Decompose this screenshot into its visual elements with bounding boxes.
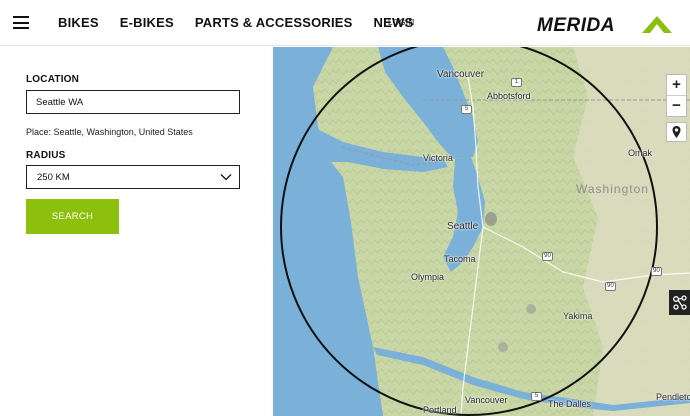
zoom-control: + − <box>666 74 687 117</box>
city-label: Victoria <box>423 153 453 163</box>
city-label: Tacoma <box>444 254 476 264</box>
locate-button[interactable] <box>666 122 687 142</box>
city-label: Olympia <box>411 272 445 282</box>
location-pin-icon <box>672 126 681 138</box>
zoom-out-button[interactable]: − <box>667 96 686 116</box>
city-label: Abbotsford <box>487 91 531 101</box>
radius-select[interactable]: 250 KM <box>26 165 240 189</box>
dealer-map[interactable]: Vancouver Abbotsford Victoria Seattle Ta… <box>273 47 690 416</box>
nav-item-bikes[interactable]: BIKES <box>58 15 99 30</box>
highway-shield: 5 <box>531 392 542 401</box>
city-label: Portland <box>423 405 457 415</box>
map-terrain <box>273 47 690 416</box>
menu-icon-bar <box>13 16 29 18</box>
nav-item-e-bikes[interactable]: E-BIKES <box>120 15 174 30</box>
zoom-in-button[interactable]: + <box>667 75 686 95</box>
location-input[interactable] <box>26 90 240 114</box>
login-link[interactable]: LOGIN <box>388 18 414 27</box>
chevron-down-icon <box>220 174 232 181</box>
share-icon <box>673 295 687 310</box>
logo-text: MERIDA <box>537 15 615 35</box>
city-label: Vancouver <box>465 395 508 405</box>
place-text: Place: Seattle, Washington, United State… <box>26 127 193 137</box>
main-nav: BIKES E-BIKES PARTS & ACCESSORIES NEWS <box>58 15 434 30</box>
search-button[interactable]: SEARCH <box>26 199 119 234</box>
dealer-search-panel: LOCATION Place: Seattle, Washington, Uni… <box>0 47 273 416</box>
highway-shield: 90 <box>542 252 553 261</box>
city-label: Yakima <box>563 311 593 321</box>
menu-icon[interactable] <box>13 16 29 29</box>
menu-icon-bar <box>13 27 29 29</box>
highway-shield: 90 <box>651 267 662 276</box>
highway-shield: 5 <box>461 105 472 114</box>
radius-value: 250 KM <box>37 172 70 183</box>
city-label: Seattle <box>447 221 479 232</box>
highway-shield: 90 <box>605 282 616 291</box>
city-label: Vancouver <box>437 69 485 80</box>
radius-label: RADIUS <box>26 150 66 161</box>
city-label: Omak <box>628 148 653 158</box>
merida-logo[interactable]: MERIDA <box>536 13 675 35</box>
share-button[interactable] <box>669 290 690 315</box>
highway-shield: 1 <box>511 78 522 87</box>
site-header: BIKES E-BIKES PARTS & ACCESSORIES NEWS L… <box>0 0 690 46</box>
nav-item-parts-accessories[interactable]: PARTS & ACCESSORIES <box>195 15 353 30</box>
menu-icon-bar <box>13 21 29 24</box>
location-label: LOCATION <box>26 74 80 85</box>
city-label: The Dalles <box>548 399 592 409</box>
city-label: Pendleto <box>656 392 690 402</box>
state-label: Washington <box>576 182 649 196</box>
